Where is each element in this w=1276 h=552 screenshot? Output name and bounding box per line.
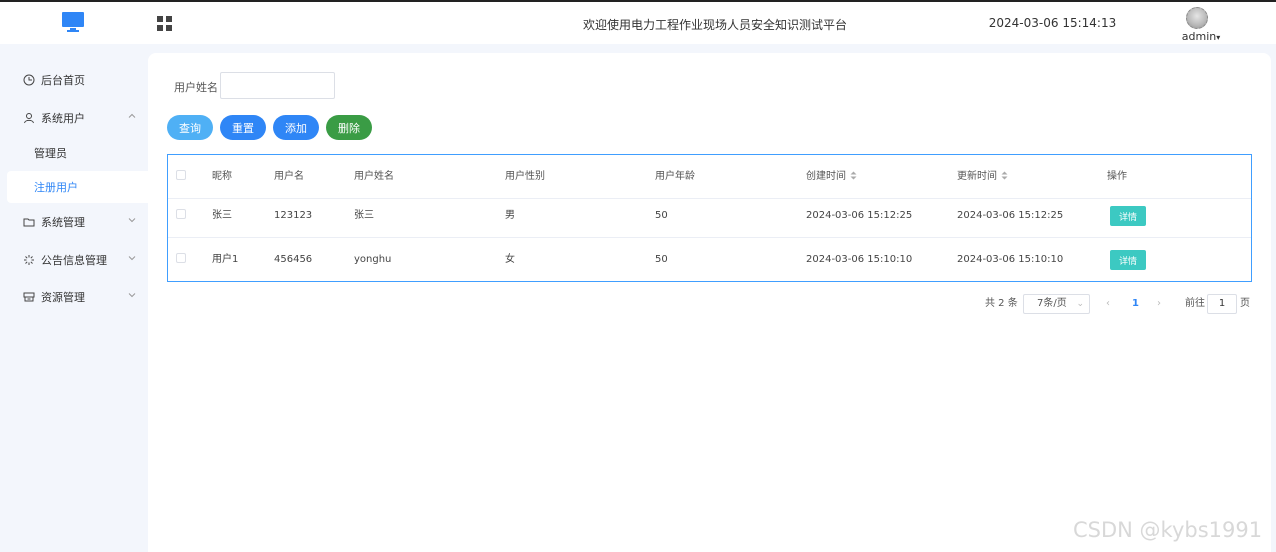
cell-username: 456456 — [274, 254, 313, 265]
sidebar-item-system-users[interactable]: 系统用户 — [0, 99, 148, 137]
add-button[interactable]: 添加 — [273, 115, 319, 140]
clock-icon — [23, 74, 35, 86]
sidebar-item-label: 公告信息管理 — [41, 254, 107, 267]
sidebar-item-dashboard[interactable]: 后台首页 — [0, 61, 148, 99]
column-header-realname: 用户姓名 — [354, 171, 394, 182]
cell-username: 123123 — [274, 210, 313, 221]
chevron-down-icon — [128, 216, 136, 227]
query-button[interactable]: 查询 — [167, 115, 213, 140]
sidebar: 后台首页 系统用户 管理员 注册用户 系统管理 公告信息管理 资源管理 — [0, 44, 148, 552]
column-header-gender: 用户性别 — [505, 171, 545, 182]
detail-button[interactable]: 详情 — [1110, 250, 1146, 270]
cell-updated: 2024-03-06 15:10:10 — [957, 254, 1064, 265]
cell-nickname: 用户1 — [212, 254, 239, 265]
sidebar-item-label: 资源管理 — [41, 291, 85, 304]
users-table: 昵称 用户名 用户姓名 用户性别 用户年龄 创建时间 更新时间 操作 张三 12… — [167, 154, 1252, 282]
cell-realname: yonghu — [354, 254, 392, 265]
top-bar: 欢迎使用电力工程作业现场人员安全知识测试平台 2024-03-06 15:14:… — [0, 0, 1276, 44]
platform-title: 欢迎使用电力工程作业现场人员安全知识测试平台 — [582, 18, 847, 32]
column-header-updated[interactable]: 更新时间 — [957, 155, 1008, 199]
sidebar-item-label: 后台首页 — [41, 74, 85, 87]
pagination-total: 共 2 条 — [985, 298, 1018, 309]
column-header-label: 更新时间 — [957, 171, 997, 182]
cell-age: 50 — [655, 254, 668, 265]
row-checkbox[interactable] — [176, 209, 186, 219]
box-icon — [23, 291, 35, 303]
cell-gender: 女 — [505, 254, 515, 265]
delete-button[interactable]: 删除 — [326, 115, 372, 140]
chevron-up-icon — [128, 112, 136, 123]
cell-created: 2024-03-06 15:10:10 — [806, 254, 913, 265]
search-label: 用户姓名 — [174, 81, 218, 94]
column-header-created[interactable]: 创建时间 — [806, 155, 857, 199]
page-number-current[interactable]: 1 — [1132, 294, 1139, 314]
cell-created: 2024-03-06 15:12:25 — [806, 210, 913, 221]
sidebar-subitem-admin[interactable]: 管理员 — [0, 137, 148, 169]
prev-page-button[interactable]: ‹ — [1106, 294, 1110, 314]
table-row[interactable]: 用户1 456456 yonghu 女 50 2024-03-06 15:10:… — [168, 238, 1251, 282]
cell-updated: 2024-03-06 15:12:25 — [957, 210, 1064, 221]
column-header-actions: 操作 — [1107, 171, 1127, 182]
column-header-age: 用户年龄 — [655, 171, 695, 182]
current-datetime: 2024-03-06 15:14:13 — [988, 16, 1117, 30]
column-header-nickname: 昵称 — [212, 171, 232, 182]
sidebar-item-label: 系统管理 — [41, 216, 85, 229]
menu-grid-icon[interactable] — [157, 16, 172, 31]
select-all-checkbox[interactable] — [176, 170, 186, 180]
column-header-username: 用户名 — [274, 171, 304, 182]
sidebar-subitem-registered-users[interactable]: 注册用户 — [7, 171, 148, 203]
username-label: admin — [1181, 30, 1217, 43]
sort-icon[interactable] — [850, 171, 857, 182]
chevron-down-icon — [128, 291, 136, 302]
cell-age: 50 — [655, 210, 668, 221]
folder-icon — [23, 216, 35, 228]
next-page-button[interactable]: › — [1157, 294, 1161, 314]
page-size-select[interactable]: 7条/页 ⌄ — [1023, 294, 1090, 314]
sidebar-item-label: 系统用户 — [41, 112, 85, 125]
user-icon — [23, 112, 35, 124]
detail-button[interactable]: 详情 — [1110, 206, 1146, 226]
goto-page-input[interactable]: 1 — [1207, 294, 1237, 314]
chevron-down-icon: ▾ — [1216, 33, 1221, 42]
cell-realname: 张三 — [354, 210, 374, 221]
monitor-logo-icon — [62, 12, 84, 34]
table-row[interactable]: 张三 123123 张三 男 50 2024-03-06 15:12:25 20… — [168, 194, 1251, 238]
cell-gender: 男 — [505, 210, 515, 221]
goto-label: 前往 — [1185, 298, 1205, 309]
table-header-row: 昵称 用户名 用户姓名 用户性别 用户年龄 创建时间 更新时间 操作 — [168, 155, 1251, 199]
reset-button[interactable]: 重置 — [220, 115, 266, 140]
row-checkbox[interactable] — [176, 253, 186, 263]
watermark: CSDN @kybs1991 — [1073, 518, 1263, 542]
column-header-label: 创建时间 — [806, 171, 846, 182]
sidebar-item-announcements[interactable]: 公告信息管理 — [0, 241, 148, 279]
user-menu[interactable]: admin▾ — [1176, 30, 1226, 43]
sidebar-item-system-management[interactable]: 系统管理 — [0, 203, 148, 241]
chevron-down-icon: ⌄ — [1076, 299, 1084, 309]
page-size-value: 7条/页 — [1037, 298, 1067, 309]
avatar[interactable] — [1186, 7, 1208, 29]
realname-search-input[interactable] — [220, 72, 335, 99]
sort-icon[interactable] — [1001, 171, 1008, 182]
main-content: 用户姓名 查询 重置 添加 删除 昵称 用户名 用户姓名 用户性别 用户年龄 创… — [148, 53, 1271, 552]
cell-nickname: 张三 — [212, 210, 232, 221]
page-unit-label: 页 — [1240, 298, 1250, 309]
loading-icon — [23, 254, 35, 266]
sidebar-item-resources[interactable]: 资源管理 — [0, 278, 148, 316]
chevron-down-icon — [128, 254, 136, 265]
